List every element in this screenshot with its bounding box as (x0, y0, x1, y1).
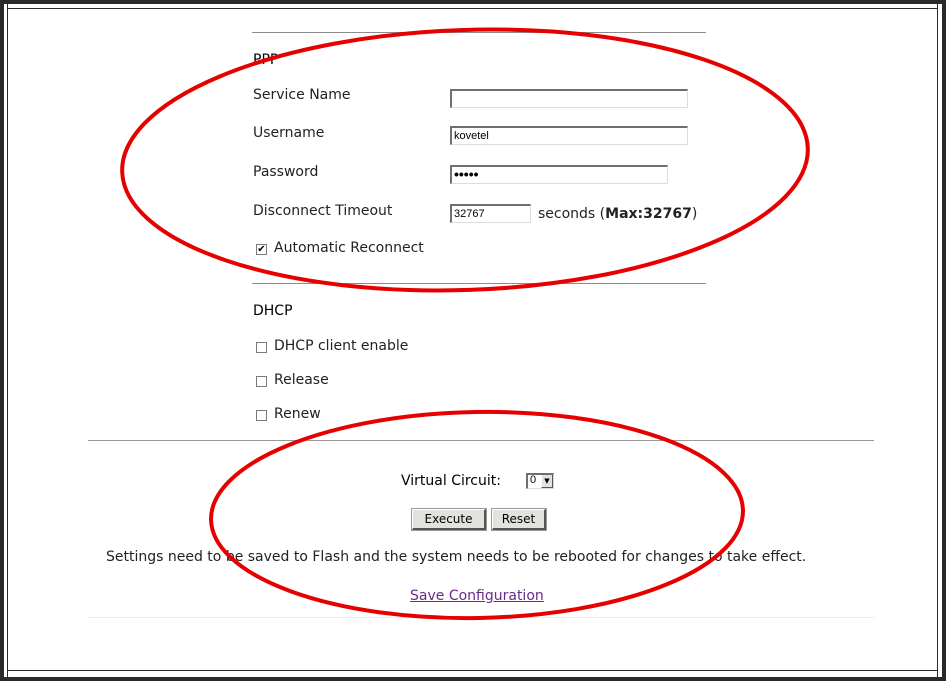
window-frame-inner-right (937, 4, 938, 677)
dhcp-client-enable-label: DHCP client enable (274, 338, 409, 354)
window-frame-inner-top (7, 8, 938, 9)
timeout-close: ) (691, 206, 698, 222)
disconnect-timeout-field[interactable] (450, 204, 531, 223)
password-label: Password (253, 164, 319, 180)
execute-button[interactable]: Execute (411, 508, 487, 531)
dhcp-section-title: DHCP (253, 303, 293, 319)
ppp-section-title: PPP (253, 52, 279, 68)
timeout-max: Max:32767 (605, 206, 692, 222)
window-frame-inner-bottom (7, 670, 938, 671)
disconnect-timeout-label: Disconnect Timeout (253, 203, 393, 219)
virtual-circuit-select[interactable]: 0 ▼ (526, 473, 554, 489)
virtual-circuit-label: Virtual Circuit: (401, 473, 501, 489)
main-divider (88, 440, 874, 441)
auto-reconnect-label: Automatic Reconnect (274, 240, 424, 256)
virtual-circuit-value: 0 (530, 474, 537, 486)
password-field[interactable]: ••••• (450, 165, 668, 184)
reboot-notice: Settings need to be saved to Flash and t… (106, 549, 807, 565)
username-field[interactable] (450, 126, 688, 145)
footer-shade (88, 617, 874, 618)
service-name-field[interactable] (450, 89, 688, 108)
timeout-unit: seconds ( (538, 206, 606, 222)
window-frame-inner-left (7, 4, 8, 677)
renew-checkbox[interactable] (256, 410, 267, 421)
ppp-top-divider (252, 32, 706, 33)
reset-button[interactable]: Reset (491, 508, 547, 531)
ppp-bottom-divider (252, 283, 706, 284)
chevron-down-icon[interactable]: ▼ (541, 475, 553, 488)
annotation-ellipse-ppp (120, 27, 810, 293)
checkmark-icon: ✔ (257, 244, 266, 255)
dhcp-client-enable-checkbox[interactable] (256, 342, 267, 353)
username-label: Username (253, 125, 325, 141)
release-label: Release (274, 372, 329, 388)
renew-label: Renew (274, 406, 321, 422)
auto-reconnect-checkbox[interactable]: ✔ (256, 244, 267, 255)
save-configuration-link[interactable]: Save Configuration (410, 588, 544, 604)
release-checkbox[interactable] (256, 376, 267, 387)
timeout-unit-text: seconds (Max:32767) (538, 206, 697, 222)
service-name-label: Service Name (253, 87, 351, 103)
